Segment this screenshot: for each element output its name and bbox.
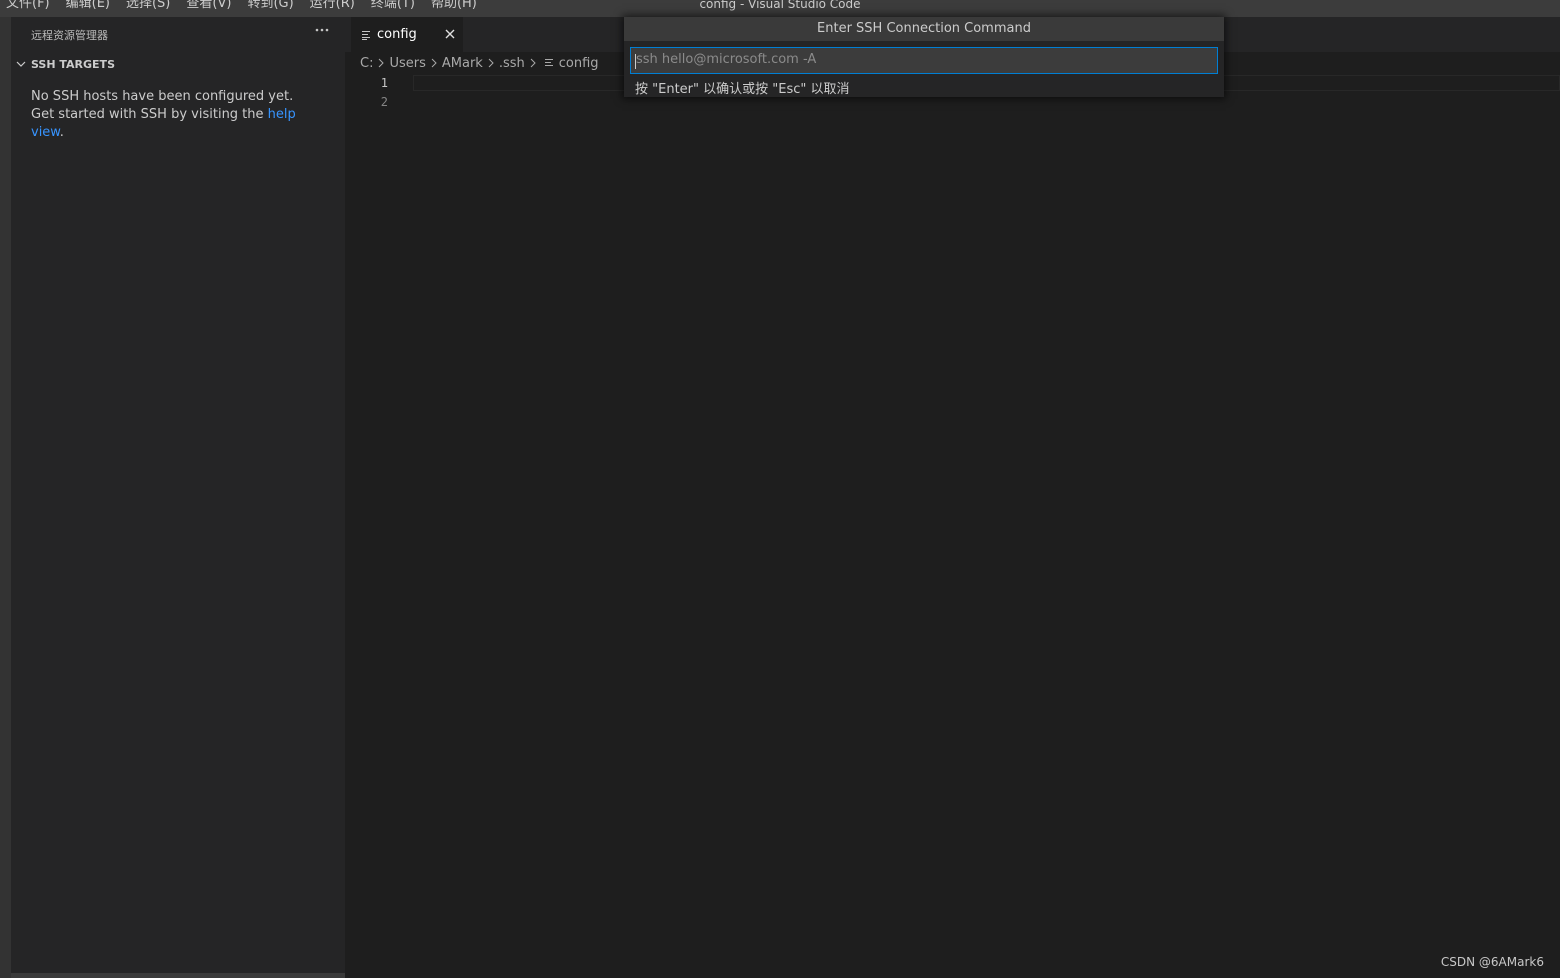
file-lines-icon [362,30,370,40]
chevron-right-icon [379,58,385,68]
window-title: config - Visual Studio Code [699,0,861,11]
breadcrumb-users[interactable]: Users [389,56,425,71]
more-actions-button[interactable] [313,23,331,39]
breadcrumb: C: Users AMark .ssh config [360,54,599,72]
quick-input-title: Enter SSH Connection Command [624,17,1224,41]
tab-config[interactable]: config [351,17,463,52]
chevron-right-icon [431,58,437,68]
message-text: No SSH hosts have been configured yet. G… [31,89,294,122]
activity-bar [0,17,11,978]
file-lines-icon [544,59,553,66]
title-bar: 文件(F) 编辑(E) 选择(S) 查看(V) 转到(G) 运行(R) 终端(T… [0,0,1560,17]
ssh-command-input[interactable]: ssh hello@microsoft.com -A [630,47,1218,74]
vscode-window: 文件(F) 编辑(E) 选择(S) 查看(V) 转到(G) 运行(R) 终端(T… [0,0,1560,978]
message-end: . [59,125,64,140]
tab-label: config [377,27,417,42]
chevron-right-icon [488,58,494,68]
watermark: CSDN @6AMark6 [1440,955,1544,969]
text-caret [635,54,636,69]
sidebar-title: 远程资源管理器 [31,29,108,42]
ssh-command-quick-input: Enter SSH Connection Command ssh hello@m… [624,17,1224,97]
line-number-2: 2 [380,95,388,109]
chevron-down-icon [16,61,26,67]
breadcrumb-amark[interactable]: AMark [442,56,483,71]
close-icon[interactable] [443,27,457,41]
ssh-command-placeholder: ssh hello@microsoft.com -A [636,52,817,67]
quick-input-hint: 按 "Enter" 以确认或按 "Esc" 以取消 [635,82,850,97]
no-hosts-message: No SSH hosts have been configured yet. G… [31,88,311,142]
line-number-1: 1 [380,76,388,90]
ssh-targets-section-header[interactable]: SSH TARGETS [15,55,115,73]
sidebar-remote-explorer: 远程资源管理器 SSH TARGETS No SSH hosts have be… [11,17,345,973]
breadcrumb-ssh[interactable]: .ssh [499,56,525,71]
sidebar-scrollbar[interactable] [11,973,345,978]
breadcrumb-drive[interactable]: C: [360,56,373,71]
breadcrumb-config[interactable]: config [559,56,599,71]
ellipsis-icon [315,28,329,32]
section-label: SSH TARGETS [31,57,115,71]
chevron-right-icon [530,58,536,68]
